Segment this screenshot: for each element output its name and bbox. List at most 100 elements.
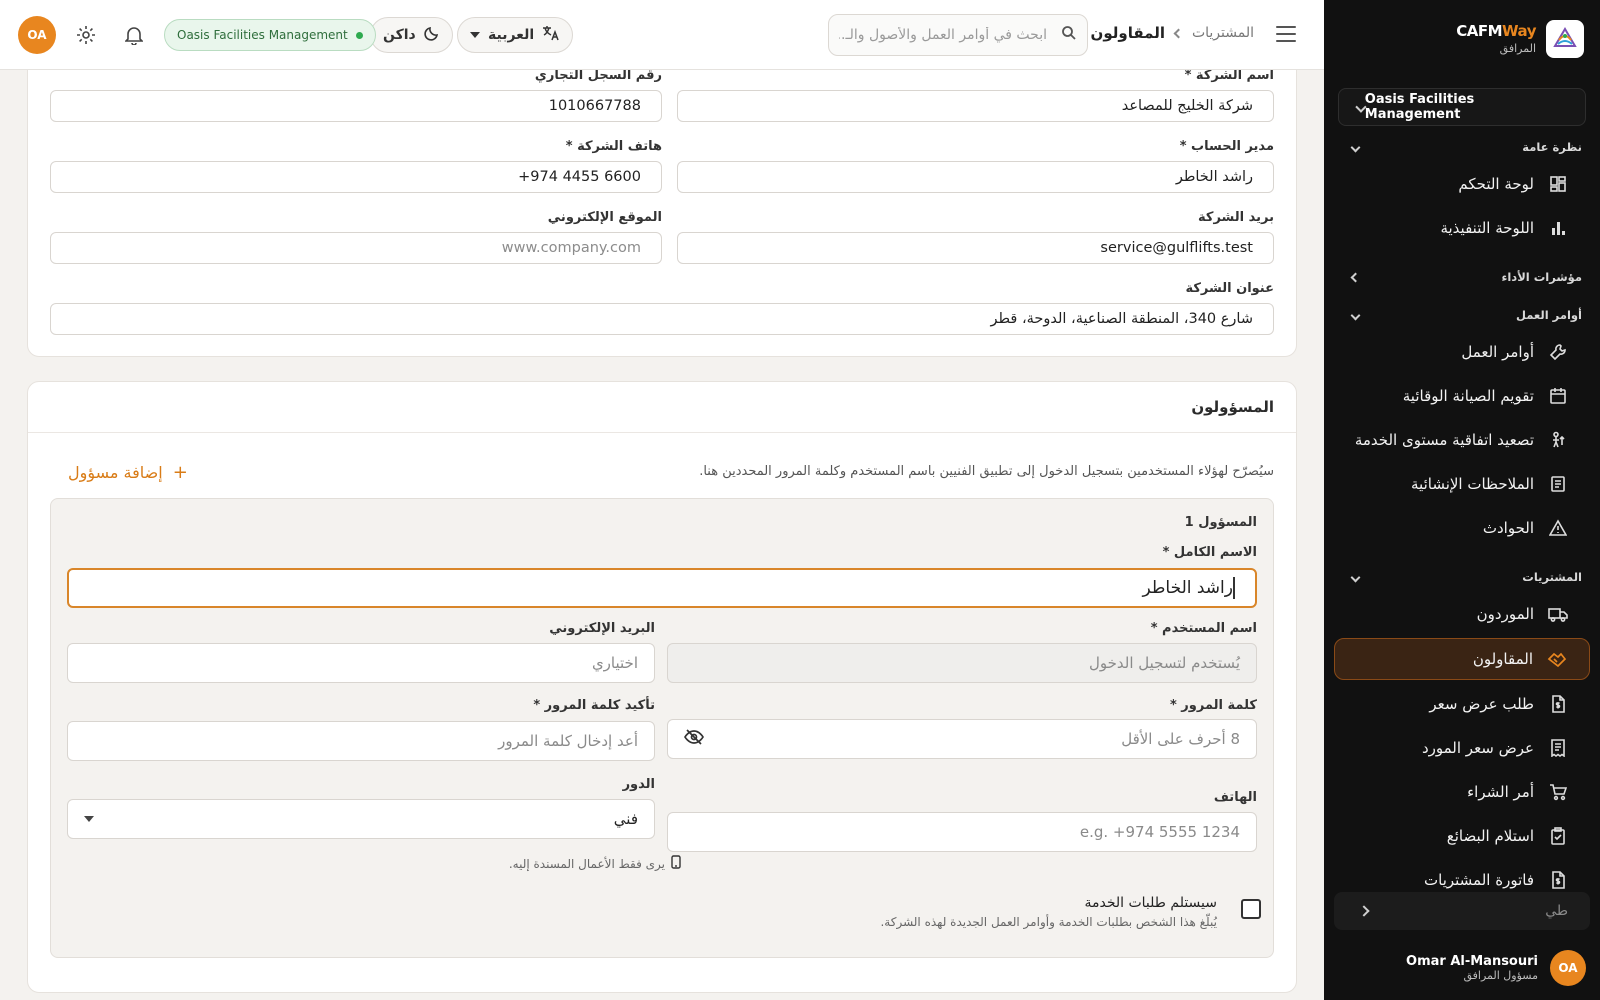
company-email-field[interactable]: service@gulflifts.test — [677, 232, 1274, 264]
role-label: الدور — [622, 777, 655, 792]
organization-selector[interactable]: Oasis Facilities Management — [1338, 88, 1586, 126]
section-kpis[interactable]: مؤشرات الأداء — [1324, 262, 1600, 292]
cr-number-value: 1010667788 — [548, 98, 641, 114]
username-field[interactable]: يُستخدم لتسجيل الدخول — [667, 643, 1257, 683]
brand-logo-icon — [1546, 20, 1584, 58]
menu-icon[interactable] — [1276, 26, 1296, 42]
phone-field[interactable]: e.g. +974 5555 1234 — [667, 812, 1257, 852]
responsible-entry: المسؤول 1 الاسم الكامل * راشد الخاطر اسم… — [50, 498, 1274, 958]
section-overview[interactable]: نظرة عامة — [1324, 132, 1600, 162]
brand[interactable]: CAFMWay المرافق — [1456, 20, 1584, 58]
brand-subtitle: المرافق — [1499, 41, 1536, 55]
company-info-card: اسم الشركة * شركة الخليج للمصاعد رقم الس… — [27, 70, 1297, 357]
section-title: المسؤولون — [1191, 398, 1274, 416]
organization-name: Oasis Facilities Management — [1364, 92, 1475, 122]
company-name-field[interactable]: شركة الخليج للمصاعد — [677, 90, 1274, 122]
notify-title: سيستلم طلبات الخدمة — [1084, 895, 1217, 911]
main-content: اسم الشركة * شركة الخليج للمصاعد رقم الس… — [0, 70, 1324, 1000]
bar-chart-icon — [1548, 218, 1568, 238]
email-placeholder: اختياري — [591, 654, 638, 672]
sidebar-item-sla-escalation[interactable]: تصعيد اتفاقية مستوى الخدمة — [1324, 418, 1600, 462]
account-manager-label: مدير الحساب * — [1179, 139, 1274, 154]
confirm-password-field[interactable]: أعد إدخال كلمة المرور — [67, 721, 655, 761]
breadcrumb-current: المقاولون — [1090, 24, 1165, 42]
text-cursor — [1233, 577, 1235, 599]
sidebar-item-label: اللوحة التنفيذية — [1440, 219, 1534, 237]
sidebar-item-label: لوحة التحكم — [1458, 175, 1534, 193]
gear-icon[interactable] — [75, 24, 97, 46]
full-name-value: راشد الخاطر — [1142, 578, 1233, 598]
sidebar-item-rfq[interactable]: طلب عرض سعر — [1324, 682, 1600, 726]
eye-off-icon[interactable] — [684, 728, 704, 750]
sidebar-item-incidents[interactable]: الحوادث — [1324, 506, 1600, 550]
breadcrumb: المشتريات المقاولون — [1091, 24, 1254, 42]
full-name-field[interactable]: راشد الخاطر — [67, 568, 1257, 608]
section-procurement[interactable]: المشتريات — [1324, 562, 1600, 592]
notify-checkbox[interactable] — [1241, 899, 1261, 919]
chevron-down-icon — [1350, 310, 1361, 320]
cr-number-field[interactable]: 1010667788 — [50, 90, 662, 122]
company-email-label: بريد الشركة — [1198, 210, 1274, 225]
sidebar-item-supplier-quote[interactable]: عرض سعر المورد — [1324, 726, 1600, 770]
sidebar-item-work-orders[interactable]: أوامر العمل — [1324, 330, 1600, 374]
plus-icon: + — [172, 462, 188, 483]
bell-icon[interactable] — [123, 24, 145, 46]
caret-down-icon — [470, 32, 480, 38]
sidebar-item-label: الموردون — [1476, 605, 1534, 623]
company-phone-field[interactable]: +974 4455 6600 — [50, 161, 662, 193]
account-manager-field[interactable]: راشد الخاطر — [677, 161, 1274, 193]
sidebar-item-snags[interactable]: الملاحظات الإنشائية — [1324, 462, 1600, 506]
responsible-heading: المسؤول 1 — [1184, 515, 1257, 530]
sidebar-item-executive[interactable]: اللوحة التنفيذية — [1324, 206, 1600, 250]
phone-label: الهاتف — [1213, 790, 1257, 805]
sidebar-item-goods-receipt[interactable]: استلام البضائع — [1324, 814, 1600, 858]
add-responsible-button[interactable]: + إضافة مسؤول — [68, 462, 188, 483]
sidebar: CAFMWay المرافق Oasis Facilities Managem… — [1324, 0, 1600, 1000]
email-field[interactable]: اختياري — [67, 643, 655, 683]
password-field[interactable]: 8 أحرف على الأقل — [667, 719, 1257, 759]
section-work-orders[interactable]: أوامر العمل — [1324, 300, 1600, 330]
chevron-left-icon — [1358, 905, 1370, 917]
theme-label: داكن — [383, 27, 416, 43]
avatar: OA — [1550, 950, 1586, 986]
user-role: مسؤول المرافق — [1463, 969, 1538, 983]
website-field[interactable]: www.company.com — [50, 232, 662, 264]
breadcrumb-parent[interactable]: المشتريات — [1192, 25, 1254, 41]
responsibles-hint: سيُصرّح لهؤلاء المستخدمين بتسجيل الدخول … — [699, 464, 1274, 479]
search-input[interactable]: ابحث في أوامر العمل والأصول والـ... — [828, 14, 1088, 56]
company-address-field[interactable]: شارع 340، المنطقة الصناعية، الدوحة، قطر — [50, 303, 1274, 335]
company-address-value: شارع 340، المنطقة الصناعية، الدوحة، قطر — [990, 311, 1253, 327]
website-placeholder: www.company.com — [501, 240, 641, 256]
truck-icon — [1548, 604, 1568, 624]
chevron-left-icon — [1173, 28, 1184, 38]
responsibles-card: المسؤولون سيُصرّح لهؤلاء المستخدمين بتسج… — [27, 381, 1297, 993]
org-badge-label: Oasis Facilities Management — [177, 28, 348, 42]
username-placeholder: يُستخدم لتسجيل الدخول — [1088, 654, 1240, 672]
avatar[interactable]: OA — [18, 16, 56, 54]
username-label: اسم المستخدم * — [1150, 621, 1257, 636]
role-select[interactable]: فني — [67, 799, 655, 839]
sidebar-item-purchase-order[interactable]: أمر الشراء — [1324, 770, 1600, 814]
theme-toggle[interactable]: داكن — [370, 17, 453, 53]
chevron-down-icon — [1350, 572, 1361, 582]
sidebar-collapse-button[interactable]: طي — [1334, 892, 1590, 930]
sidebar-item-dashboard[interactable]: لوحة التحكم — [1324, 162, 1600, 206]
section-label: أوامر العمل — [1515, 308, 1582, 322]
sidebar-item-label: أمر الشراء — [1467, 783, 1534, 801]
clipboard-check-icon — [1548, 826, 1568, 846]
role-note-text: يرى فقط الأعمال المسندة إليه. — [508, 856, 665, 871]
cart-icon — [1548, 782, 1568, 802]
company-email-value: service@gulflifts.test — [1100, 240, 1253, 256]
language-selector[interactable]: العربية — [457, 17, 574, 53]
sidebar-item-label: استلام البضائع — [1446, 827, 1534, 845]
translate-icon — [542, 24, 560, 46]
full-name-label: الاسم الكامل * — [1162, 545, 1257, 560]
sidebar-item-pm-calendar[interactable]: تقويم الصيانة الوقائية — [1324, 374, 1600, 418]
sidebar-item-contractors[interactable]: المقاولون — [1334, 638, 1590, 680]
search-icon — [1061, 25, 1077, 45]
receipt-icon — [1548, 738, 1568, 758]
sidebar-item-label: الحوادث — [1482, 519, 1534, 537]
current-user[interactable]: OA Omar Al-Mansouri مسؤول المرافق — [1406, 950, 1586, 986]
sidebar-item-suppliers[interactable]: الموردون — [1324, 592, 1600, 636]
notify-subtitle: يُبلّغ هذا الشخص بطلبات الخدمة وأوامر ال… — [880, 915, 1217, 929]
